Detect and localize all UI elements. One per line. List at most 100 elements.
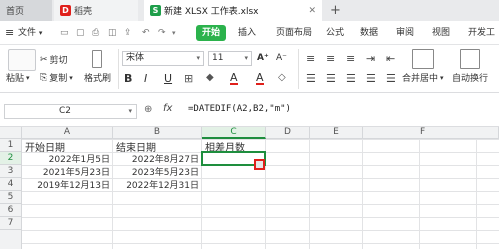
chevron-down-icon: ▾	[26, 73, 30, 82]
row-header[interactable]: 7	[0, 217, 22, 230]
save-icon[interactable]: ▭	[60, 25, 69, 41]
font-size-select[interactable]: 11 ▾	[208, 51, 252, 66]
align-right-icon[interactable]: ☰	[346, 72, 356, 85]
row-header[interactable]: 1	[0, 139, 22, 152]
cell-B2[interactable]: 2022年8月27日	[113, 152, 202, 165]
export-icon[interactable]: ⇪	[124, 25, 132, 41]
zoom-icon[interactable]: ⊕	[144, 104, 152, 115]
name-box-value: C2	[59, 106, 72, 116]
open-icon[interactable]: ▢	[76, 25, 85, 41]
fx-icon[interactable]: fx	[163, 103, 172, 114]
tab-file[interactable]: S 新建 XLSX 工作表.xlsx ✕	[144, 0, 322, 21]
menu-dev[interactable]: 开发工	[468, 25, 495, 41]
name-box[interactable]: C2 ▾	[4, 104, 137, 119]
paste-label: 粘贴	[6, 74, 25, 84]
redo-icon[interactable]: ↷	[158, 25, 166, 41]
merge-label: 合并居中	[402, 74, 439, 84]
column-header[interactable]: C	[202, 127, 266, 139]
row-header[interactable]: 5	[0, 191, 22, 204]
format-painter-button[interactable]: 格式刷	[84, 71, 111, 84]
align-left-icon[interactable]: ☰	[306, 72, 316, 85]
row-header[interactable]: 4	[0, 178, 22, 191]
menu-page-layout[interactable]: 页面布局	[276, 25, 312, 41]
spreadsheet-icon: S	[150, 5, 161, 16]
menu-formula[interactable]: 公式	[326, 25, 344, 41]
cut-button[interactable]: ✂ 剪切	[40, 53, 68, 67]
menu-view[interactable]: 视图	[432, 25, 450, 41]
chevron-down-icon: ▾	[440, 73, 444, 82]
copy-button[interactable]: ⎘ 复制 ▾	[40, 71, 73, 85]
wrap-text-icon	[460, 49, 480, 69]
column-header[interactable]: F	[363, 127, 499, 139]
align-bottom-icon[interactable]: ≡	[346, 52, 355, 65]
indent-icon[interactable]: ⇥	[366, 52, 375, 65]
undo-icon[interactable]: ↶	[142, 25, 150, 41]
new-tab-button[interactable]: +	[330, 3, 341, 18]
highlight-color-button[interactable]: A	[256, 72, 264, 85]
tab-home[interactable]: 首页	[0, 0, 52, 21]
menu-start[interactable]: 开始	[196, 25, 227, 41]
tab-bar: 首页 D 稻壳 S 新建 XLSX 工作表.xlsx ✕ +	[0, 0, 499, 21]
distribute-icon[interactable]: ☰	[386, 72, 396, 85]
justify-icon[interactable]: ☰	[366, 72, 376, 85]
menu-data[interactable]: 数据	[360, 25, 378, 41]
column-header[interactable]: A	[22, 127, 113, 139]
menu-bar: ≡ 文件 ▾ ▭ ▢ ⎙ ◫ ⇪ ↶ ↷ ▾ 开始 插入 页面布局 公式 数据 …	[0, 21, 499, 45]
grid-line	[362, 139, 363, 249]
paste-button[interactable]: 粘贴 ▾	[6, 71, 30, 85]
menu-insert[interactable]: 插入	[238, 25, 256, 41]
copy-label: 复制	[49, 74, 68, 84]
paste-icon[interactable]	[8, 49, 36, 71]
preview-icon[interactable]: ◫	[108, 25, 117, 41]
outdent-icon[interactable]: ⇤	[386, 52, 395, 65]
copy-icon: ⎘	[40, 72, 48, 83]
increase-font-icon[interactable]: A⁺	[257, 53, 269, 63]
menu-file-label: 文件	[18, 28, 37, 38]
font-name-select[interactable]: 宋体 ▾	[122, 51, 204, 66]
wrap-text-button[interactable]: 自动换行	[452, 71, 488, 84]
align-middle-icon[interactable]: ≡	[326, 52, 335, 65]
chevron-down-icon: ▾	[244, 54, 248, 62]
chevron-down-icon: ▾	[38, 29, 43, 37]
format-painter-label: 格式刷	[84, 74, 112, 84]
close-tab-icon[interactable]: ✕	[308, 6, 316, 16]
align-center-icon[interactable]: ☰	[326, 72, 336, 85]
border-icon[interactable]: ⊞	[184, 72, 193, 85]
column-header[interactable]: D	[266, 127, 310, 139]
column-header[interactable]: E	[310, 127, 363, 139]
row-header[interactable]: 2	[0, 152, 22, 165]
row-header[interactable]: 6	[0, 204, 22, 217]
tab-daoke-label: 稻壳	[74, 7, 93, 17]
underline-button[interactable]: U	[164, 72, 172, 85]
merge-icon	[412, 49, 434, 69]
print-icon[interactable]: ⎙	[92, 25, 99, 41]
row-header[interactable]: 3	[0, 165, 22, 178]
format-painter-icon	[92, 50, 102, 68]
italic-button[interactable]: I	[144, 72, 147, 85]
select-all-corner[interactable]	[0, 127, 22, 139]
decrease-font-icon[interactable]: A⁻	[276, 53, 287, 63]
menu-file[interactable]: 文件 ▾	[18, 25, 42, 41]
hamburger-icon[interactable]: ≡	[5, 25, 14, 41]
font-color-button[interactable]: A	[230, 72, 238, 85]
cell-A2[interactable]: 2022年1月5日	[22, 152, 113, 165]
chevron-down-icon: ▾	[69, 73, 73, 82]
fill-handle[interactable]	[254, 159, 265, 170]
cell-B4[interactable]: 2022年12月31日	[113, 178, 202, 191]
chevron-down-icon: ▾	[196, 54, 200, 62]
font-size-value: 11	[212, 53, 224, 63]
menu-review[interactable]: 审阅	[396, 25, 414, 41]
align-top-icon[interactable]: ≡	[306, 52, 315, 65]
bold-button[interactable]: B	[124, 72, 132, 85]
tab-daoke[interactable]: D 稻壳	[54, 0, 138, 21]
cell-B3[interactable]: 2023年5月23日	[113, 165, 202, 178]
cell-A4[interactable]: 2019年12月13日	[22, 178, 113, 191]
fill-color-icon[interactable]: ◆	[206, 72, 214, 83]
eraser-icon[interactable]: ◇	[278, 72, 286, 83]
merge-center-button[interactable]: 合并居中 ▾	[402, 71, 444, 85]
toolbar-divider	[298, 49, 299, 89]
font-name-value: 宋体	[126, 53, 145, 63]
column-header[interactable]: B	[113, 127, 202, 139]
cell-A3[interactable]: 2021年5月23日	[22, 165, 113, 178]
formula-input[interactable]: =DATEDIF(A2,B2,"m")	[188, 104, 291, 114]
